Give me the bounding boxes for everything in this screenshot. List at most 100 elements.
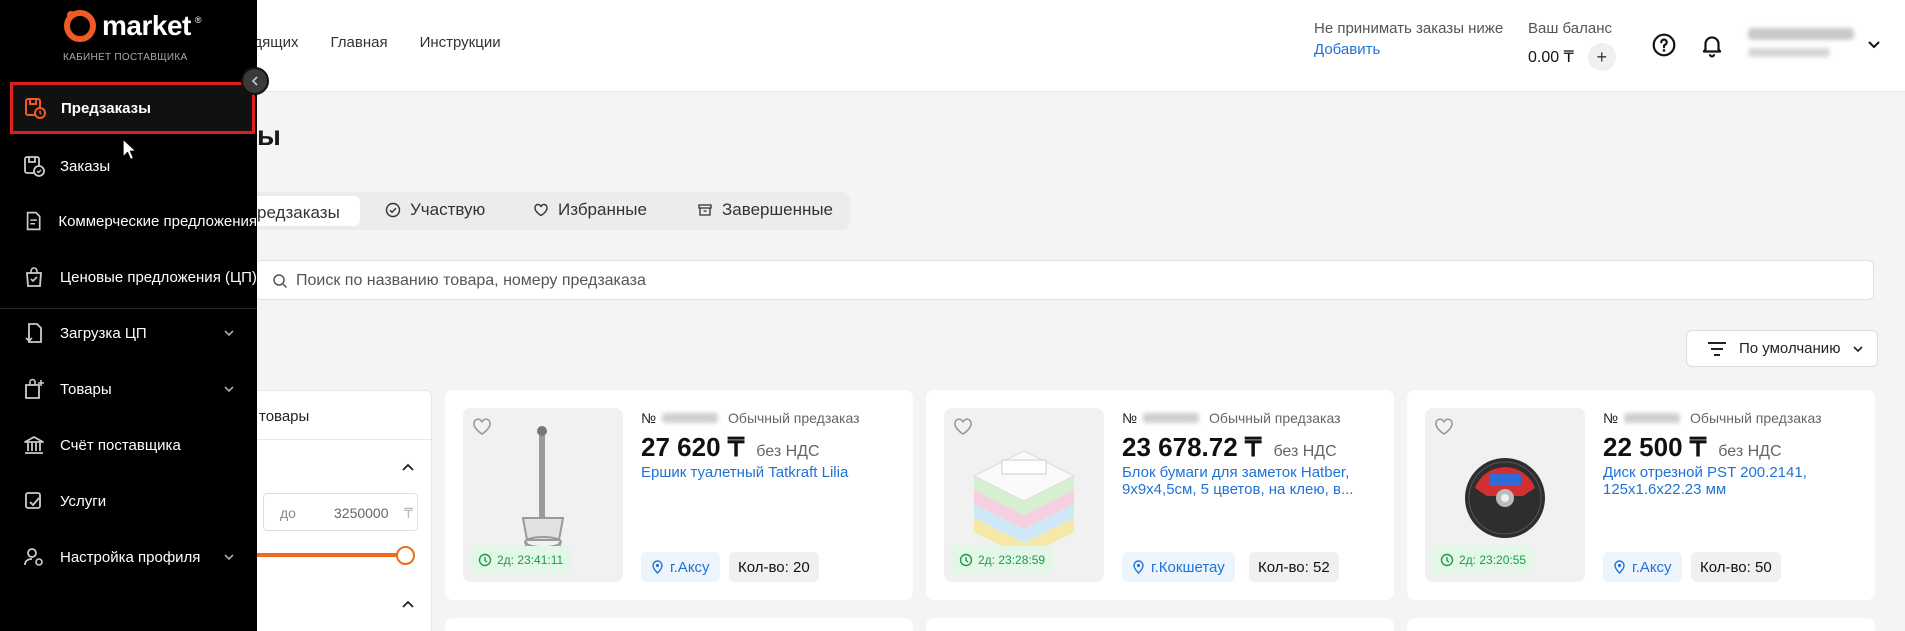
- sort-label: По умолчанию: [1739, 340, 1841, 357]
- brand-mark: ®: [194, 15, 202, 25]
- quantity-badge: Кол-во: 20: [729, 552, 819, 582]
- chevron-up-icon[interactable]: [401, 461, 415, 475]
- preorder-card-partial[interactable]: [926, 618, 1394, 631]
- vat-note: без НДС: [756, 443, 820, 460]
- product-title-link[interactable]: Ершик туалетный Tatkraft Lilia: [641, 464, 891, 481]
- sidebar-item-supplier-account[interactable]: Счёт поставщика: [0, 423, 257, 467]
- add-product-icon: [25, 378, 44, 399]
- preorder-card[interactable]: 2д: 23:41:11 № Обычный предзаказ 27 620 …: [445, 390, 913, 600]
- filter-divider: [241, 439, 431, 440]
- timer-value: 2д: 23:28:59: [978, 553, 1046, 567]
- sidebar-item-upload-price-offers[interactable]: Загрузка ЦП: [0, 311, 257, 355]
- search-input[interactable]: Поиск по названию товара, номеру предзак…: [255, 260, 1874, 300]
- price: 23 678.72 ₸: [1122, 432, 1262, 462]
- min-order-add-link[interactable]: Добавить: [1314, 41, 1503, 58]
- help-icon[interactable]: [1651, 32, 1677, 58]
- preorder-number: № Обычный предзаказ: [1603, 410, 1822, 426]
- document-icon: [26, 211, 41, 231]
- tab-completed[interactable]: Завершенные: [697, 200, 833, 220]
- market-logo-icon: [64, 10, 96, 42]
- number-blurred: [1143, 413, 1200, 423]
- price-to-input[interactable]: до 3250000 ₸: [263, 493, 418, 531]
- search-icon: [273, 274, 288, 289]
- number-prefix: №: [1603, 410, 1619, 426]
- sidebar-item-profile-settings[interactable]: Настройка профиля: [0, 535, 257, 579]
- tab-favorites[interactable]: Избранные: [533, 200, 647, 220]
- search-placeholder: Поиск по названию товара, номеру предзак…: [296, 272, 646, 289]
- location-pin-icon: [652, 560, 663, 574]
- preorder-type: Обычный предзаказ: [1690, 410, 1822, 426]
- bell-icon[interactable]: [1699, 32, 1725, 58]
- price-row: 22 500 ₸ без НДС: [1603, 432, 1782, 463]
- preorder-type: Обычный предзаказ: [1209, 410, 1341, 426]
- price: 22 500 ₸: [1603, 432, 1707, 462]
- city-badge: г.Аксу: [641, 552, 720, 582]
- min-order-block: Не принимать заказы ниже Добавить: [1314, 20, 1503, 58]
- page-title: ы: [257, 120, 281, 151]
- city-badge: г.Кокшетау: [1122, 552, 1235, 582]
- favorite-heart-icon[interactable]: [952, 416, 974, 438]
- tab-participating[interactable]: Участвую: [385, 200, 485, 220]
- upload-file-icon: [25, 323, 42, 343]
- sidebar-item-products[interactable]: Товары: [0, 367, 257, 411]
- preorder-card[interactable]: 2д: 23:20:55 № Обычный предзаказ 22 500 …: [1407, 390, 1875, 600]
- preorder-number: № Обычный предзаказ: [641, 410, 860, 426]
- city-name: г.Кокшетау: [1151, 558, 1225, 576]
- preorders-icon: [25, 98, 46, 119]
- tab-preorders[interactable]: редзаказы: [251, 196, 360, 226]
- top-nav-item-home[interactable]: Главная: [330, 34, 387, 51]
- clock-icon: [478, 553, 492, 567]
- price-to-value: 3250000: [334, 505, 389, 521]
- preorder-card[interactable]: 2д: 23:28:59 № Обычный предзаказ 23 678.…: [926, 390, 1394, 600]
- sidebar-item-commercial-offers[interactable]: Коммерческие предложения: [0, 199, 257, 243]
- city-badge: г.Аксу: [1603, 552, 1682, 582]
- archive-icon: [698, 204, 712, 216]
- clock-icon: [1440, 553, 1454, 567]
- countdown-timer: 2д: 23:41:11: [470, 546, 572, 574]
- services-icon: [25, 492, 41, 509]
- chevron-up-icon[interactable]: [401, 598, 415, 612]
- market-logo[interactable]: market ®: [62, 8, 201, 44]
- sidebar-collapse-button[interactable]: [241, 67, 269, 95]
- brand-name: market: [102, 10, 191, 41]
- price-row: 27 620 ₸ без НДС: [641, 432, 820, 463]
- preorder-card-partial[interactable]: [445, 618, 913, 631]
- quantity-badge: Кол-во: 52: [1249, 552, 1339, 582]
- sidebar-item-preorders[interactable]: Предзаказы: [10, 82, 255, 134]
- favorite-heart-icon[interactable]: [1433, 416, 1455, 438]
- product-image: 2д: 23:28:59: [944, 408, 1104, 582]
- page: идящих Главная Инструкции Не принимать з…: [0, 0, 1905, 631]
- location-pin-icon: [1614, 560, 1625, 574]
- sidebar-item-price-offers[interactable]: Ценовые предложения (ЦП): [0, 255, 257, 299]
- favorite-heart-icon[interactable]: [471, 416, 493, 438]
- balance-add-button[interactable]: +: [1587, 43, 1616, 71]
- chevron-down-icon: [224, 554, 234, 561]
- orders-icon: [24, 156, 45, 177]
- sidebar-item-label: Счёт поставщика: [60, 436, 181, 454]
- chevron-down-icon: [1853, 345, 1864, 352]
- product-title-link[interactable]: Блок бумаги для заметок Hatber, 9х9х4,5с…: [1122, 464, 1372, 498]
- countdown-timer: 2д: 23:28:59: [951, 546, 1054, 574]
- filter-lines-icon: [1708, 341, 1726, 356]
- preorder-card-partial[interactable]: [1407, 618, 1875, 631]
- user-menu-chevron-icon[interactable]: [1866, 36, 1882, 52]
- sidebar-item-services[interactable]: Услуги: [0, 479, 257, 523]
- product-title-link[interactable]: Диск отрезной PST 200.2141, 125x1.6x22.2…: [1603, 464, 1853, 498]
- user-block[interactable]: [1748, 28, 1854, 57]
- chevron-left-icon: [251, 76, 258, 86]
- price-slider-handle[interactable]: [396, 546, 415, 565]
- number-prefix: №: [641, 410, 657, 426]
- sort-dropdown[interactable]: По умолчанию: [1686, 330, 1878, 367]
- tab-favorites-label: Избранные: [558, 200, 647, 219]
- sidebar-item-label: Предзаказы: [61, 99, 151, 117]
- price-currency: ₸: [404, 505, 413, 521]
- vat-note: без НДС: [1273, 443, 1337, 460]
- top-header: идящих Главная Инструкции Не принимать з…: [0, 0, 1905, 92]
- top-nav-item-instructions[interactable]: Инструкции: [420, 34, 501, 51]
- price-row: 23 678.72 ₸ без НДС: [1122, 432, 1337, 463]
- city-name: г.Аксу: [1632, 558, 1672, 576]
- sidebar-item-label: Загрузка ЦП: [60, 324, 147, 342]
- user-settings-icon: [24, 548, 43, 566]
- balance-value: 0.00 ₸: [1528, 49, 1574, 66]
- product-image: 2д: 23:20:55: [1425, 408, 1585, 582]
